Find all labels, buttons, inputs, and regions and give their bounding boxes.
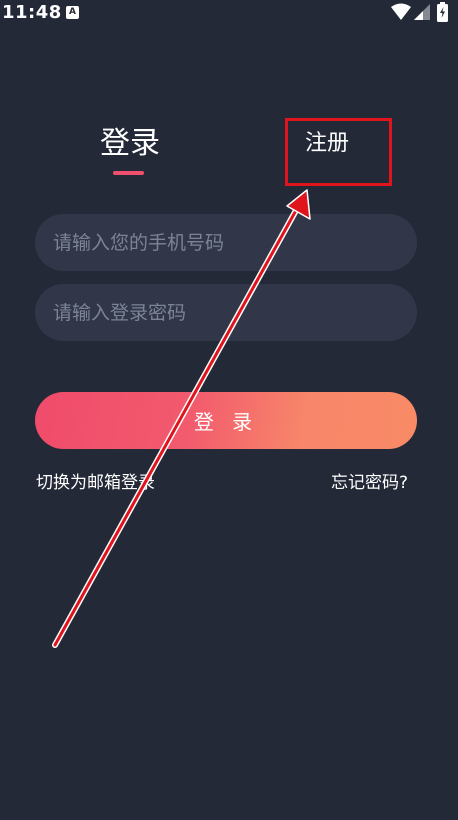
forgot-password-link[interactable]: 忘记密码? [331, 472, 408, 494]
password-input[interactable] [51, 300, 395, 325]
battery-icon [437, 2, 448, 22]
annotation-highlight-box [285, 118, 392, 186]
password-field[interactable] [35, 284, 417, 341]
wifi-icon [391, 3, 411, 20]
phone-field[interactable] [35, 214, 417, 271]
login-button[interactable]: 登 录 [35, 392, 417, 449]
tab-login[interactable]: 登录 [100, 124, 160, 164]
status-bar: 11:48 A [0, 0, 458, 26]
status-time: 11:48 [2, 2, 62, 23]
active-tab-indicator [113, 171, 144, 175]
switch-to-email-login-link[interactable]: 切换为邮箱登录 [36, 472, 155, 494]
notification-glyph: A [69, 7, 76, 17]
notification-icon: A [66, 6, 79, 19]
phone-input[interactable] [51, 230, 395, 255]
signal-icon [414, 4, 430, 20]
